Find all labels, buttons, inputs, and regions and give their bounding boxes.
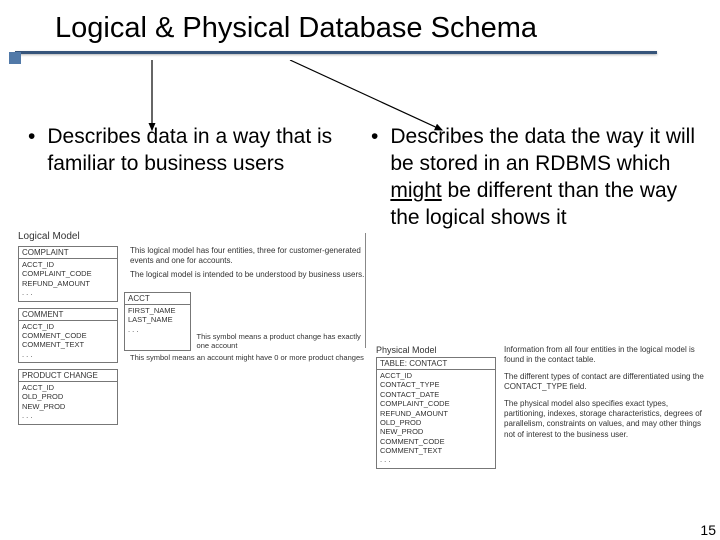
entity-comment: COMMENT ACCT_ID COMMENT_CODE COMMENT_TEX… [18,308,118,364]
logical-sym2: This symbol means an account might have … [130,353,368,362]
right-bullet-underline: might [390,179,441,202]
left-column: • Describes data in a way that is famili… [28,124,357,232]
entity-fields: FIRST_NAME LAST_NAME . . . [125,305,190,337]
bullet-dot-icon: • [28,124,35,151]
logical-model-diagram: Logical Model COMPLAINT ACCT_ID COMPLAIN… [18,231,368,425]
entity-product-change: PRODUCT CHANGE ACCT_ID OLD_PROD NEW_PROD… [18,369,118,425]
entity-head: ACCT [125,293,190,305]
entity-fields: ACCT_ID CONTACT_TYPE CONTACT_DATE COMPLA… [377,370,495,468]
physical-desc-1: Information from all four entities in th… [504,345,708,366]
physical-desc-2: The different types of contact are diffe… [504,372,708,393]
entity-fields: ACCT_ID OLD_PROD NEW_PROD . . . [19,382,117,424]
logical-sym1: This symbol means a product change has e… [197,292,368,351]
logical-model-label: Logical Model [18,231,368,242]
left-bullet-text: Describes data in a way that is familiar… [47,124,357,178]
entity-fields: ACCT_ID COMMENT_CODE COMMENT_TEXT . . . [19,321,117,363]
entity-head: TABLE: CONTACT [377,358,495,370]
entity-complaint: COMPLAINT ACCT_ID COMPLAINT_CODE REFUND_… [18,246,118,302]
logical-desc-2: The logical model is intended to be unde… [130,270,368,280]
physical-desc-3: The physical model also specifies exact … [504,399,708,441]
entity-fields: ACCT_ID COMPLAINT_CODE REFUND_AMOUNT . .… [19,259,117,301]
right-column: • Describes the data the way it will be … [367,124,696,232]
left-bullet: • Describes data in a way that is famili… [28,124,357,178]
slide-title-bar: Logical & Physical Database Schema [0,0,720,54]
entity-head: COMMENT [19,309,117,321]
content-columns: • Describes data in a way that is famili… [0,54,720,232]
title-underline [15,51,657,54]
entity-head: PRODUCT CHANGE [19,370,117,382]
entity-head: COMPLAINT [19,247,117,259]
entity-acct: ACCT FIRST_NAME LAST_NAME . . . [124,292,191,351]
right-bullet-text: Describes the data the way it will be st… [390,124,696,232]
physical-model-diagram: Physical Model TABLE: CONTACT ACCT_ID CO… [376,345,708,469]
page-number: 15 [700,522,716,538]
logical-desc-1: This logical model has four entities, th… [130,246,368,266]
right-bullet: • Describes the data the way it will be … [367,124,696,232]
slide-title: Logical & Physical Database Schema [55,12,720,45]
title-accent-square [9,52,21,64]
bullet-dot-icon: • [371,124,378,151]
right-bullet-pre: Describes the data the way it will be st… [390,125,695,175]
physical-model-label: Physical Model [376,345,496,355]
table-contact: TABLE: CONTACT ACCT_ID CONTACT_TYPE CONT… [376,357,496,469]
